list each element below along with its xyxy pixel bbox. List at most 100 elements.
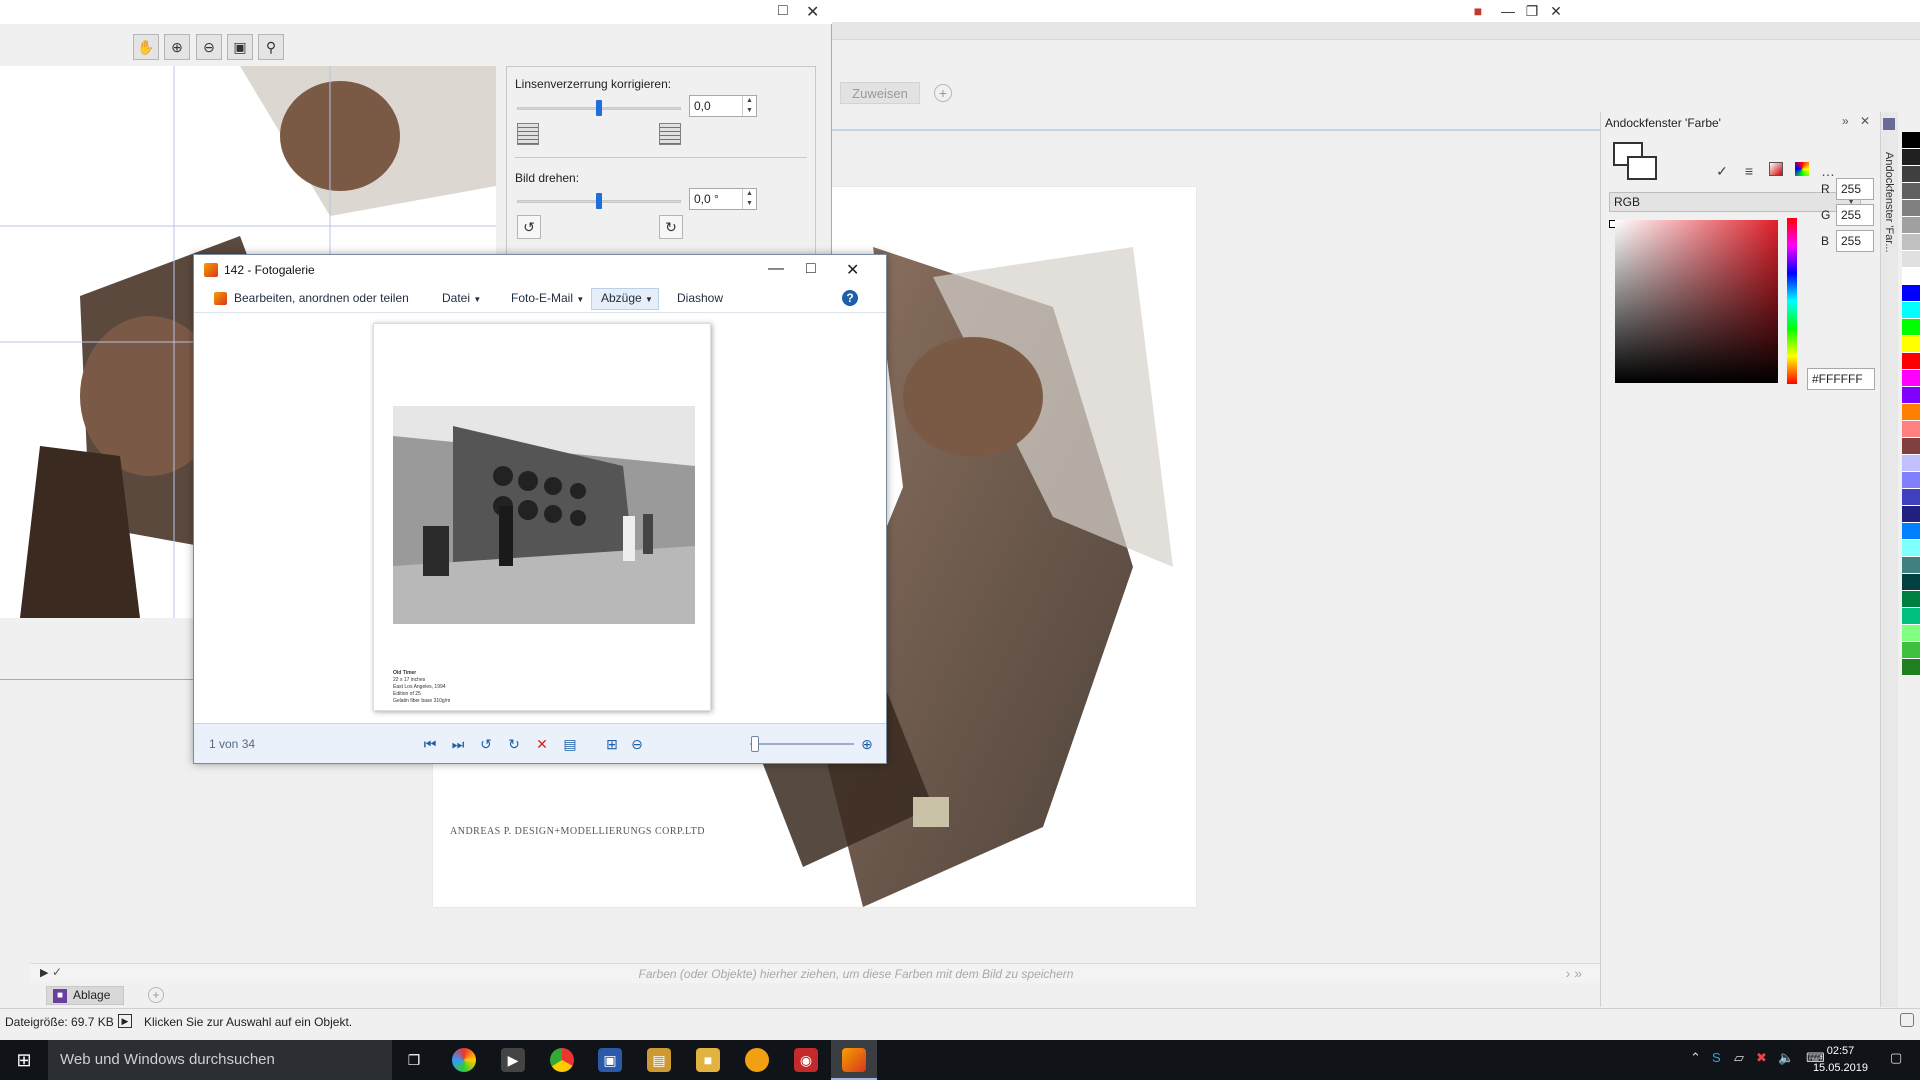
zoom-slider-track[interactable]	[750, 743, 854, 745]
restore-icon[interactable]: ❐	[1520, 2, 1544, 20]
media-app-icon[interactable]: ▶	[501, 1048, 525, 1072]
network-icon[interactable]: ▱	[1734, 1050, 1744, 1066]
document-palette-strip[interactable]: ▶ ✓ Farben (oder Objekte) hierher ziehen…	[30, 963, 1600, 983]
slideshow-icon[interactable]: ▤	[561, 735, 579, 753]
docker-close-icon[interactable]: » ✕	[1842, 114, 1874, 128]
menu-prints[interactable]: Abzüge ▼	[601, 291, 653, 305]
palette-swatch[interactable]	[1902, 166, 1920, 183]
g-input[interactable]: 255	[1836, 204, 1874, 226]
palette-swatch[interactable]	[1902, 625, 1920, 642]
rotate-left-icon[interactable]: ↺	[477, 735, 495, 753]
palette-swatch[interactable]	[1902, 268, 1920, 285]
palette-swatch[interactable]	[1902, 608, 1920, 625]
taskbar-search[interactable]: Web und Windows durchsuchen	[48, 1040, 392, 1080]
palette-swatch[interactable]	[1902, 387, 1920, 404]
alert-icon[interactable]: ✖	[1756, 1050, 1767, 1066]
rotate-spin-input[interactable]: 0,0 ° ▲ ▼	[689, 188, 757, 210]
palette-swatch[interactable]	[1902, 251, 1920, 268]
palette-swatch[interactable]	[1902, 370, 1920, 387]
zoom-slider-thumb[interactable]	[751, 736, 760, 752]
store-icon[interactable]: ▣	[598, 1048, 622, 1072]
fit-icon[interactable]: ▣	[227, 34, 253, 60]
document-app-icon[interactable]: ▤	[647, 1048, 671, 1072]
palette-swatch[interactable]	[1902, 217, 1920, 234]
previous-icon[interactable]: ⏮	[421, 735, 439, 753]
fit-window-icon[interactable]: ⊞	[603, 735, 621, 753]
eyedropper-icon[interactable]: ✓	[52, 965, 62, 979]
zoom-in-icon[interactable]: ⊕	[858, 735, 876, 753]
palette-icon[interactable]	[1791, 160, 1813, 182]
palette-swatch[interactable]	[1902, 285, 1920, 302]
page-tab[interactable]: ■ Ablage	[46, 986, 124, 1005]
spin-arrows-icon[interactable]: ▲ ▼	[742, 96, 756, 116]
menu-slideshow[interactable]: Diashow	[677, 291, 723, 305]
photo-app-icon[interactable]	[452, 1048, 476, 1072]
color-viewer-icon[interactable]	[1765, 160, 1787, 182]
hue-slider[interactable]	[1787, 218, 1797, 384]
windows-start-icon[interactable]: ⊞	[12, 1048, 36, 1072]
hand-icon[interactable]: ✋	[133, 34, 159, 60]
maximize-icon[interactable]: □	[778, 2, 788, 20]
lens-spin-input[interactable]: 0,0 ▲ ▼	[689, 95, 757, 117]
zoom-out-icon[interactable]: ⊖	[196, 34, 222, 60]
play-icon[interactable]: ▶	[118, 1014, 132, 1028]
palette-swatch[interactable]	[1902, 591, 1920, 608]
palette-swatch[interactable]	[1902, 404, 1920, 421]
chrome-icon[interactable]	[550, 1048, 574, 1072]
eyedropper-icon[interactable]: ✓	[1711, 160, 1733, 182]
file-explorer-icon[interactable]: ■	[696, 1048, 720, 1072]
palette-swatch[interactable]	[1902, 659, 1920, 676]
palette-swatch[interactable]	[1902, 523, 1920, 540]
docker-tab-icon[interactable]	[1883, 118, 1895, 130]
rotate-left-icon[interactable]: ↺	[517, 215, 541, 239]
palette-swatch[interactable]	[1902, 642, 1920, 659]
help-icon[interactable]: ?	[842, 290, 858, 306]
zoom-in-icon[interactable]: ⊕	[164, 34, 190, 60]
palette-swatch[interactable]	[1902, 132, 1920, 149]
b-input[interactable]: 255	[1836, 230, 1874, 252]
palette-swatch[interactable]	[1902, 438, 1920, 455]
task-view-icon[interactable]: ❐	[402, 1048, 426, 1072]
paint-app-icon[interactable]: ◉	[794, 1048, 818, 1072]
zoom-100-icon[interactable]: ⚲	[258, 34, 284, 60]
volume-icon[interactable]: 🔈	[1778, 1050, 1794, 1066]
minimize-icon[interactable]: —	[1496, 2, 1520, 20]
palette-swatch[interactable]	[1902, 149, 1920, 166]
palette-swatch[interactable]	[1902, 353, 1920, 370]
palette-swatch[interactable]	[1902, 421, 1920, 438]
palette-swatch[interactable]	[1902, 472, 1920, 489]
info-icon[interactable]	[1900, 1013, 1914, 1027]
spin-arrows-icon[interactable]: ▲ ▼	[742, 189, 756, 209]
palette-swatch[interactable]	[1902, 506, 1920, 523]
palette-swatch[interactable]	[1902, 489, 1920, 506]
coreldraw-icon[interactable]	[745, 1048, 769, 1072]
color-field[interactable]	[1615, 220, 1778, 383]
close-icon[interactable]: ✕	[846, 260, 859, 280]
add-page-icon[interactable]: +	[148, 987, 164, 1003]
menu-file[interactable]: Datei ▼	[442, 291, 481, 305]
palette-swatch[interactable]	[1902, 557, 1920, 574]
fill-outline-icon[interactable]	[1613, 142, 1659, 186]
sliders-icon[interactable]: ≡	[1738, 160, 1760, 182]
palette-swatch[interactable]	[1902, 540, 1920, 557]
scroll-right-icon[interactable]: › »	[1566, 965, 1582, 981]
rotate-slider-thumb[interactable]	[596, 193, 602, 209]
play-icon[interactable]: ▶	[40, 966, 48, 979]
r-input[interactable]: 255	[1836, 178, 1874, 200]
palette-swatch[interactable]	[1902, 336, 1920, 353]
add-tab-icon[interactable]: +	[934, 84, 952, 102]
menu-edit[interactable]: Bearbeiten, anordnen oder teilen	[234, 291, 409, 305]
palette-swatch[interactable]	[1902, 200, 1920, 217]
tab-zuweisen[interactable]: Zuweisen	[840, 82, 920, 104]
palette-swatch[interactable]	[1902, 574, 1920, 591]
user-icon[interactable]: ■	[1466, 2, 1490, 20]
minimize-icon[interactable]: —	[768, 260, 784, 278]
lens-slider-thumb[interactable]	[596, 100, 602, 116]
rotate-right-icon[interactable]: ↻	[659, 215, 683, 239]
docker-side-label[interactable]: Andockfenster 'Far...	[1883, 152, 1895, 253]
palette-swatch[interactable]	[1902, 183, 1920, 200]
close-icon[interactable]: ✕	[1544, 2, 1568, 20]
skype-icon[interactable]: S	[1712, 1050, 1721, 1065]
notifications-icon[interactable]: ▢	[1890, 1050, 1902, 1066]
delete-icon[interactable]: ✕	[533, 735, 551, 753]
